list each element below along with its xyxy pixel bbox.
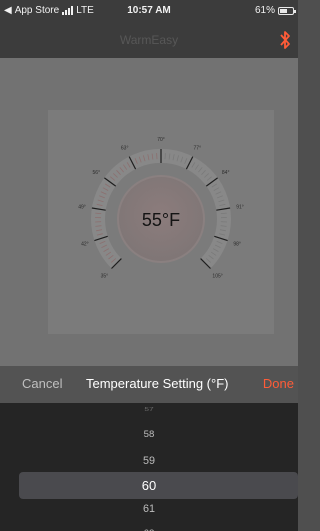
picker-option-selected[interactable]: 60 [0,478,298,493]
temperature-picker-wheel[interactable]: 575859606162 [0,403,298,531]
app-title: WarmEasy [119,33,179,47]
dial-tick-label: 84° [222,170,230,176]
current-temperature: 55°F [142,210,180,230]
bluetooth-icon[interactable] [278,30,292,50]
temperature-dial[interactable]: 35° 42° 49° 56° 63° 70° 77° 84° 91° 98° 105° 55°F [48,110,274,334]
picker-title: Temperature Setting (°F) [86,376,229,391]
dial-tick-label: 35° [101,274,109,280]
picker-toolbar: Cancel Temperature Setting (°F) Done [0,366,298,403]
dial-tick-label: 91° [236,205,244,211]
dial-tick-label: 105° [212,274,222,280]
dial-tick-label: 56° [93,170,101,176]
main-page: 35° 42° 49° 56° 63° 70° 77° 84° 91° 98° 105° 55°F [0,58,298,366]
dial-tick-label: 49° [78,205,86,211]
cancel-button[interactable]: Cancel [22,376,62,391]
picker-option[interactable]: 61 [0,503,298,515]
dial-tick-label: 77° [194,146,202,152]
dial-tick-label: 70° [157,137,165,143]
dial-tick-label: 42° [81,242,89,248]
status-bar: ◀ App Store LTE 10:57 AM 61% [0,0,298,22]
status-right: 61% [254,5,296,16]
picker-option[interactable]: 58 [0,429,298,440]
dial-tick-label: 63° [121,146,129,152]
picker-option[interactable]: 57 [0,406,298,412]
dial-minor-tick [95,212,102,214]
nav-bar: WarmEasy [0,22,298,58]
thermostat-card: 35° 42° 49° 56° 63° 70° 77° 84° 91° 98° 105° 55°F [48,110,274,334]
picker-option[interactable]: 59 [0,455,298,467]
battery-percent: 61% [254,5,275,16]
dial-tick-label: 98° [233,242,241,248]
battery-icon [278,6,296,15]
status-time: 10:57 AM [127,5,171,16]
done-button[interactable]: Done [263,376,294,391]
dial-minor-tick [220,212,227,214]
